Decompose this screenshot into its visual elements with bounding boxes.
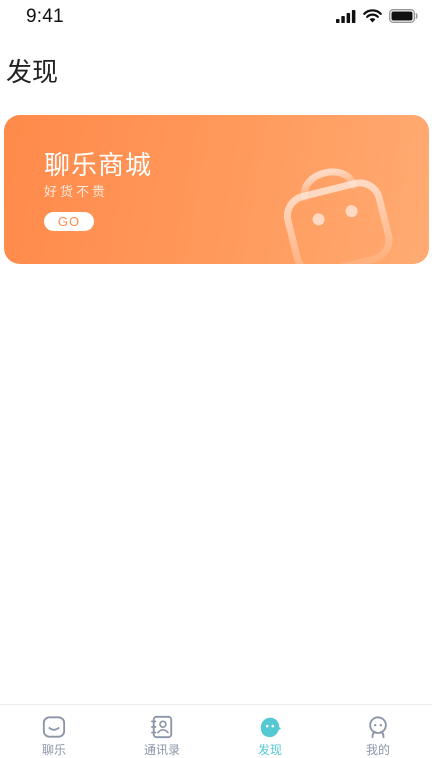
wifi-icon	[363, 9, 382, 23]
tab-chat[interactable]: 聊乐	[0, 705, 108, 758]
tab-label-chat: 聊乐	[41, 743, 66, 757]
status-bar: 9:41	[0, 0, 432, 34]
mall-title: 聊乐商城	[44, 151, 153, 181]
tab-label-profile: 我的	[365, 743, 390, 757]
status-time: 9:41	[26, 6, 64, 27]
tab-contacts[interactable]: 通讯录	[108, 705, 216, 758]
tab-label-contacts: 通讯录	[143, 743, 180, 757]
tab-label-discover: 发现	[257, 743, 282, 757]
discover-icon	[260, 717, 282, 738]
signal-icon	[336, 9, 356, 23]
mall-card[interactable]: 聊乐商城 好货不贵 GO	[4, 115, 429, 264]
tab-discover[interactable]: 发现	[216, 705, 324, 758]
contacts-icon	[151, 715, 173, 739]
battery-icon	[389, 9, 418, 23]
mall-subtitle: 好货不贵	[44, 185, 109, 200]
tab-bar: 聊乐 通讯录 发现 我的	[0, 704, 432, 758]
profile-icon	[369, 716, 387, 739]
shopping-bag-icon	[283, 168, 393, 264]
status-icons	[336, 7, 418, 25]
go-button[interactable]: GO	[44, 212, 94, 231]
chat-icon	[42, 716, 66, 738]
page-title: 发现	[6, 58, 59, 88]
tab-profile[interactable]: 我的	[324, 705, 432, 758]
